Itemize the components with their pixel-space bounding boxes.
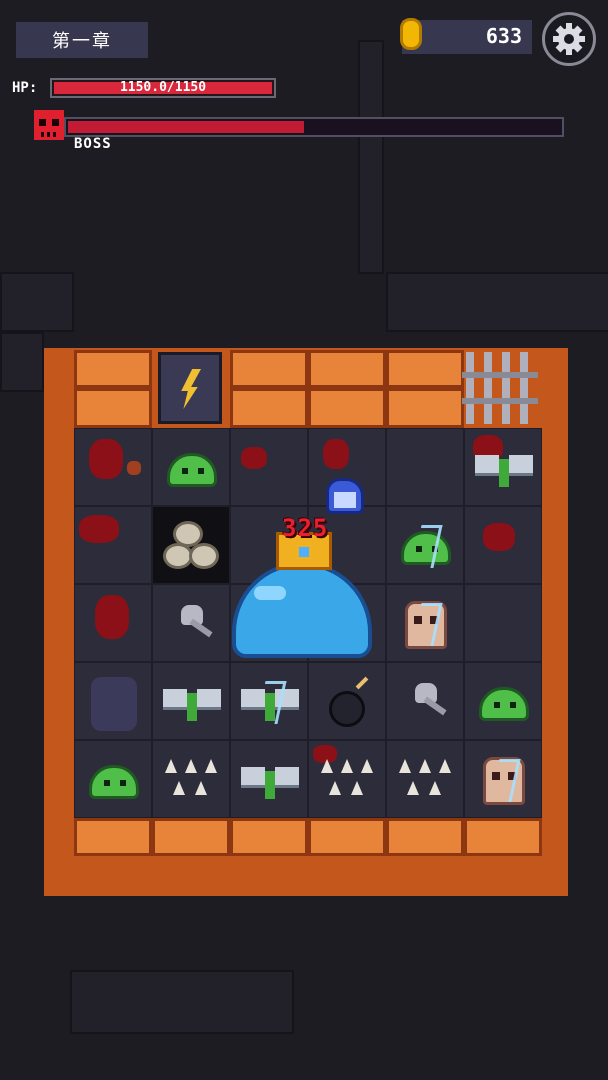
tile-blood[interactable]: [464, 506, 542, 584]
bat-enemy: [475, 455, 533, 487]
tile-skull-bone[interactable]: [152, 584, 230, 662]
tile-claws[interactable]: [464, 584, 542, 662]
tile-bat[interactable]: [152, 662, 230, 740]
spike-trap-icon: [319, 757, 377, 803]
chapter-title-button[interactable]: 第一章: [16, 22, 148, 58]
tile-slime[interactable]: [464, 662, 542, 740]
green-slime-enemy: [479, 687, 529, 721]
tile-rocks[interactable]: [152, 506, 230, 584]
lightning-banner-gate[interactable]: [158, 352, 222, 424]
tile-blood[interactable]: [230, 428, 308, 506]
tile-bat[interactable]: [464, 428, 542, 506]
spiked-portcullis-gate[interactable]: [462, 352, 538, 424]
damage-popup: 325: [282, 514, 329, 542]
spider-enemy: [91, 677, 137, 731]
tile-bat[interactable]: [230, 662, 308, 740]
player-hero: [326, 478, 364, 526]
tile-mummy[interactable]: [464, 740, 542, 818]
tile-spikes[interactable]: [386, 740, 464, 818]
tile-bat[interactable]: [230, 740, 308, 818]
tile-blood[interactable]: [74, 428, 152, 506]
boss-hp-bar: [64, 117, 564, 137]
settings-button[interactable]: [542, 12, 596, 66]
bat-enemy: [163, 689, 221, 721]
bat-enemy: [241, 767, 299, 799]
hp-label: HP:: [12, 80, 38, 96]
player-hp-text: 1150.0/1150: [119, 80, 207, 95]
coin-count: 633: [485, 24, 522, 48]
tile-slime[interactable]: [152, 428, 230, 506]
green-slime-enemy: [89, 765, 139, 799]
spike-trap-icon: [397, 757, 455, 803]
tile-slime[interactable]: [74, 740, 152, 818]
tile-empty[interactable]: [386, 428, 464, 506]
bomb-icon: [329, 691, 365, 727]
tile-mummy[interactable]: [386, 584, 464, 662]
tile-spider[interactable]: [74, 662, 152, 740]
player-hp-bar: 1150.0/1150: [50, 78, 276, 98]
tile-skull-bone[interactable]: [386, 662, 464, 740]
tile-spikes[interactable]: [308, 740, 386, 818]
lightning-bolt-icon: [181, 369, 201, 409]
tile-spikes[interactable]: [152, 740, 230, 818]
dungeon-wall-left-lower: [0, 332, 44, 392]
tile-blood[interactable]: [74, 584, 152, 662]
boss-label: BOSS: [74, 136, 112, 152]
dungeon-wall-bottom: [70, 970, 294, 1034]
dungeon-wall-left: [0, 272, 74, 332]
red-skull-icon: [34, 110, 64, 140]
dungeon-wall-right: [386, 272, 608, 332]
tile-slime[interactable]: [386, 506, 464, 584]
tile-blood[interactable]: [74, 506, 152, 584]
top-hud: 第一章 633 HP: 1150.0/1150 BOSS: [0, 0, 608, 160]
board-bottom-wall: [74, 818, 542, 896]
boss-hp-fill: [68, 121, 305, 133]
green-slime-enemy: [167, 453, 217, 487]
gear-icon: [553, 23, 585, 55]
tile-bomb[interactable]: [308, 662, 386, 740]
spike-trap-icon: [163, 757, 221, 803]
coin-icon: [400, 18, 422, 50]
